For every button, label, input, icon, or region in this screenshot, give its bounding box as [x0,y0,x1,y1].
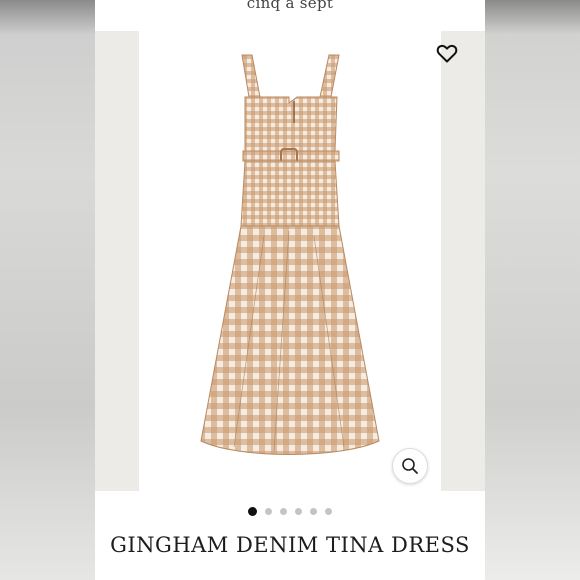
favorite-button[interactable] [435,41,459,65]
carousel-dot[interactable] [310,507,317,515]
product-image-carousel[interactable] [95,31,485,491]
previous-image-peek[interactable] [95,31,139,491]
background-blur-right [485,0,580,580]
product-page: cinq à sept GINGHAM DENIM TINA DRESS [95,0,485,580]
carousel-dot[interactable] [265,507,272,515]
heart-outline-icon [436,44,458,63]
carousel-pagination [95,505,485,517]
carousel-dot[interactable] [248,506,257,516]
brand-logo[interactable]: cinq à sept [95,0,485,12]
carousel-dot[interactable] [280,507,287,515]
carousel-dot[interactable] [325,507,332,515]
background-blur-left [0,0,95,580]
product-image [139,31,441,491]
dress-illustration [200,54,380,455]
carousel-dot[interactable] [295,507,302,515]
next-image-peek[interactable] [441,31,485,491]
magnify-icon [402,458,418,474]
zoom-button[interactable] [392,448,428,484]
product-title: GINGHAM DENIM TINA DRESS [110,533,470,557]
